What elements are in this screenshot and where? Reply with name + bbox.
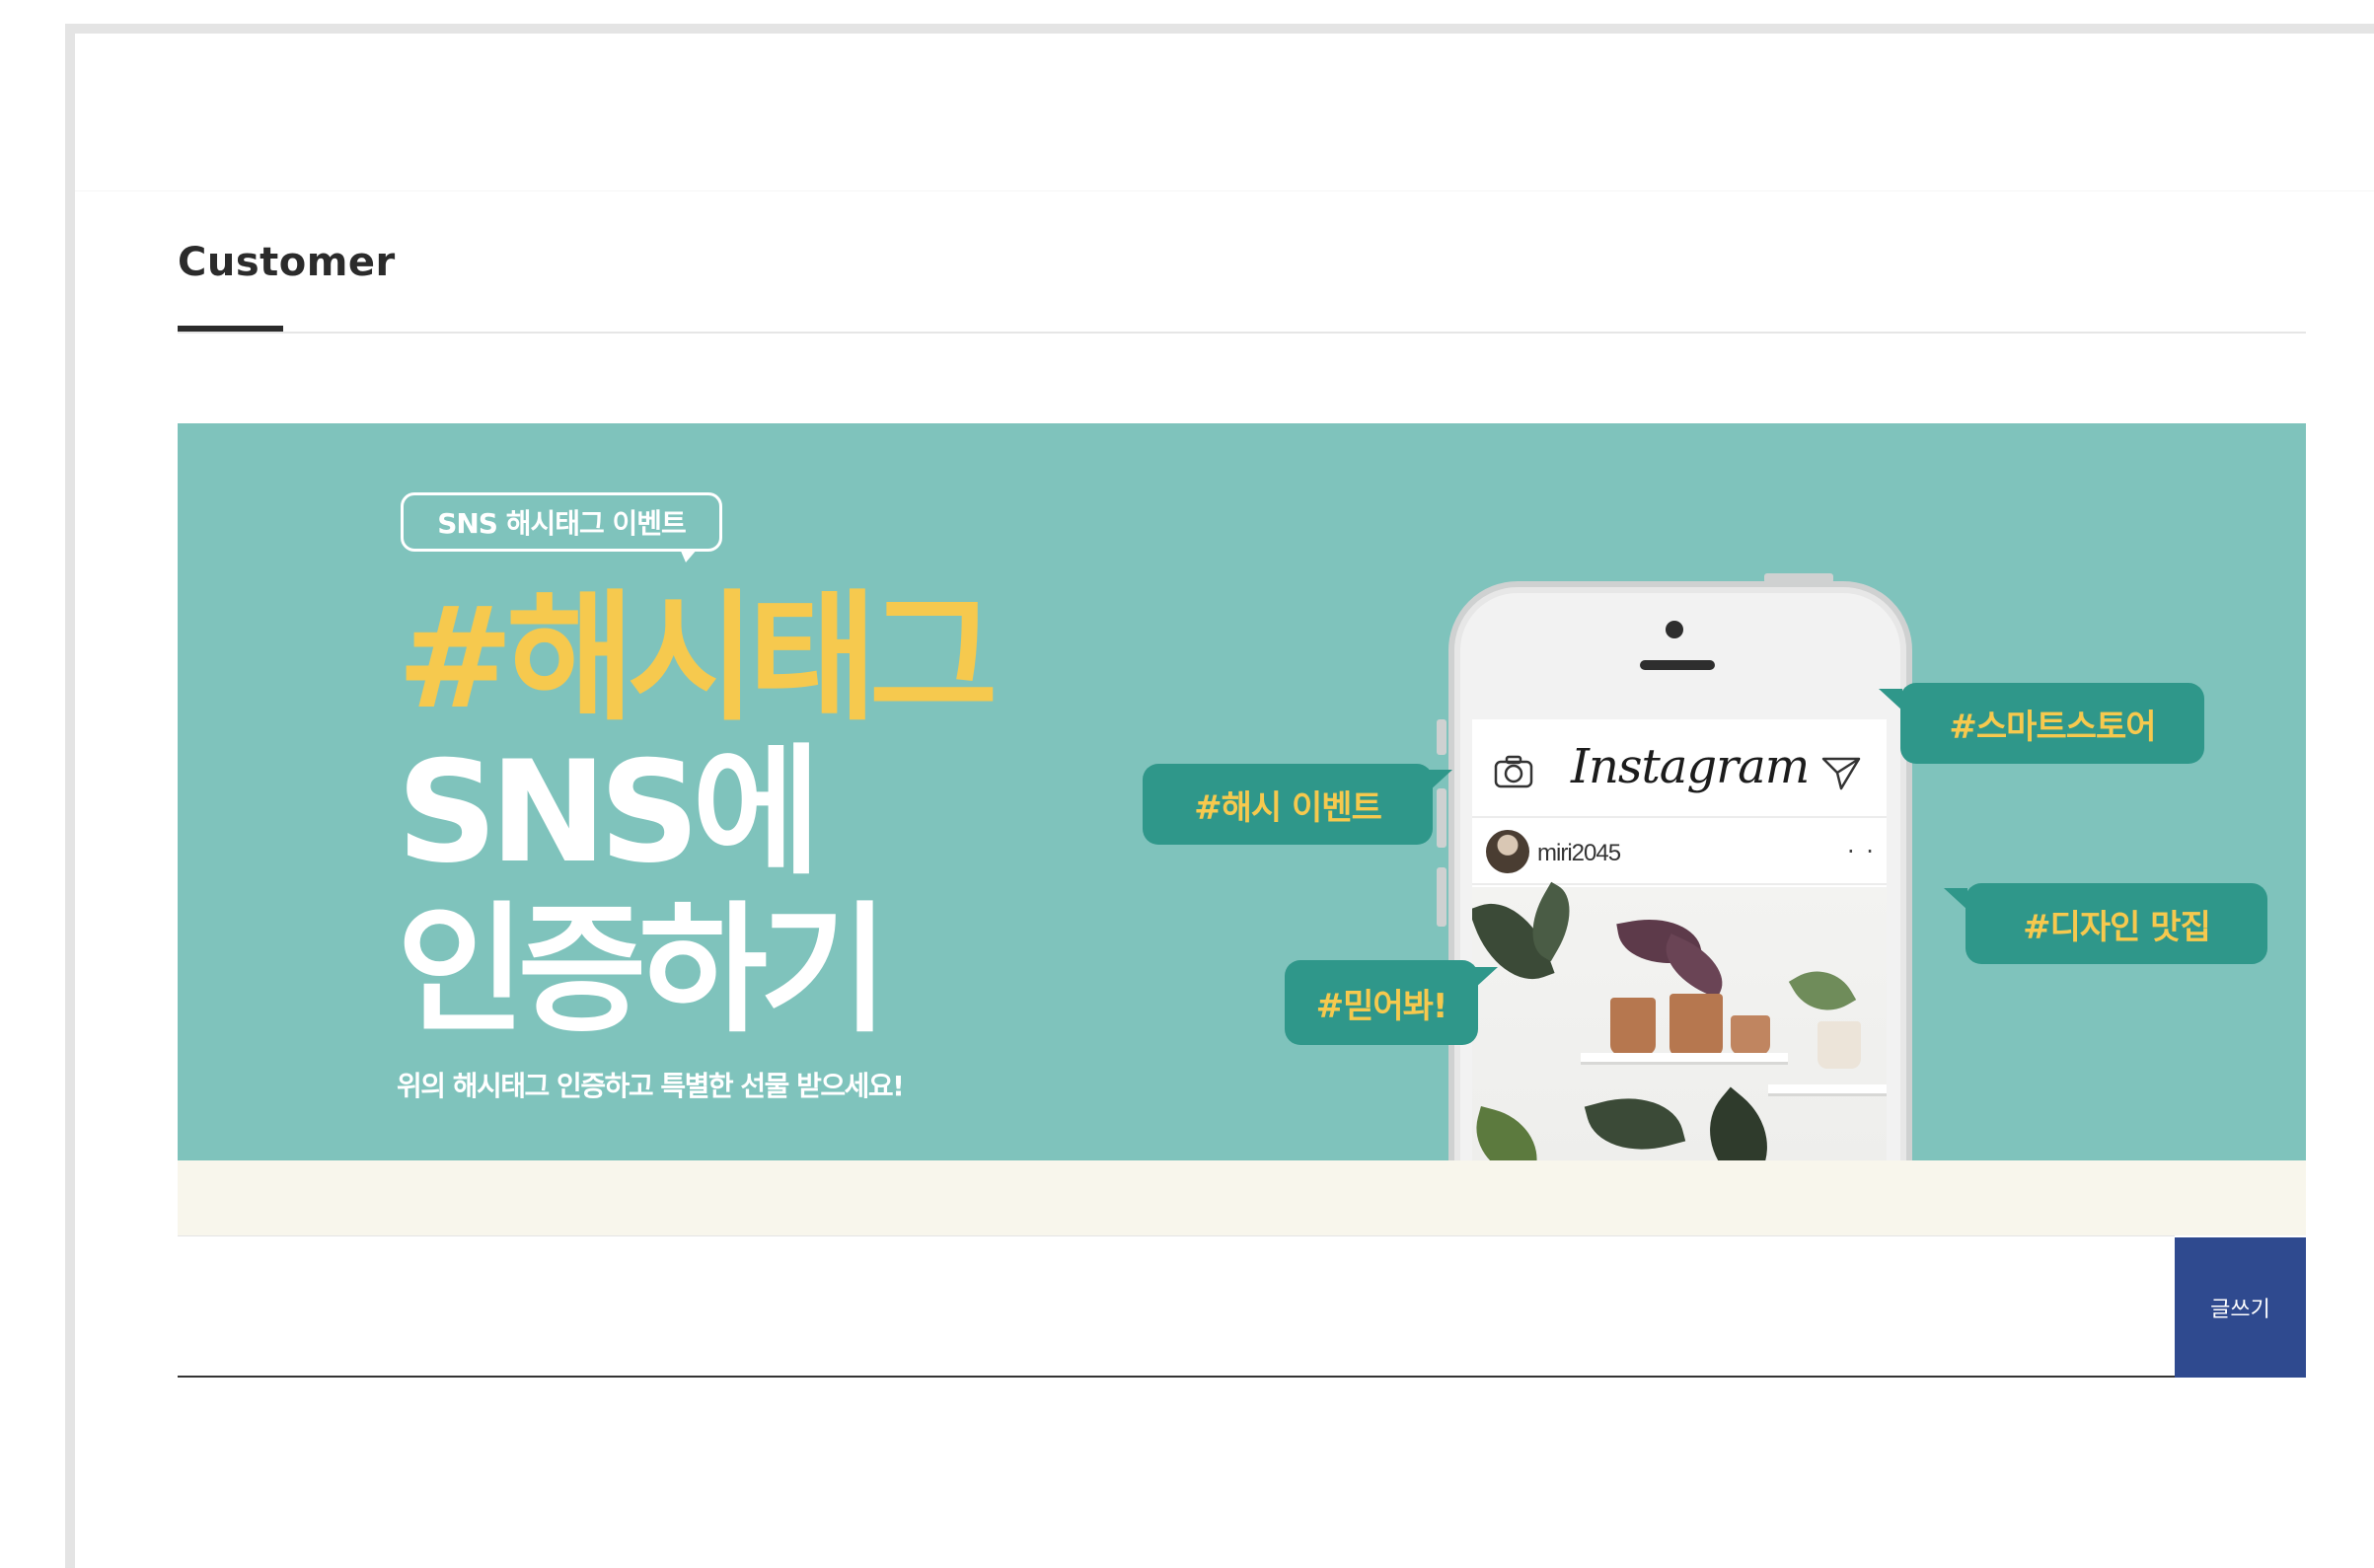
plant-pot [1731, 1015, 1770, 1055]
phone-side-button [1437, 867, 1447, 927]
section-title: Customer [178, 240, 396, 285]
plant-photo [1472, 881, 1887, 1160]
instagram-user-row: miri2045 · · [1472, 820, 1887, 885]
leaf-shape [1472, 1105, 1548, 1160]
avatar [1486, 830, 1529, 873]
instagram-logo: Instagram [1571, 739, 1810, 794]
banner-bottom-strip [178, 1160, 2306, 1235]
title-divider [178, 332, 2306, 334]
banner-headline-hashtag: #해시태그 [397, 577, 999, 740]
post-list-area [178, 1235, 2175, 1378]
instagram-username: miri2045 [1537, 840, 1621, 866]
phone-side-button [1437, 719, 1447, 755]
banner-headline-sns: SNS에 [397, 731, 821, 894]
hashtag-bubble-event: #해시 이벤트 [1143, 764, 1433, 845]
camera-icon [1494, 755, 1533, 788]
wall-shelf [1768, 1084, 1887, 1096]
bubble-tail [1944, 888, 1967, 910]
hashtag-bubble-trust: #믿어봐! [1285, 960, 1478, 1045]
phone-speaker [1640, 660, 1715, 670]
bubble-tail [1879, 689, 1902, 710]
leaf-shape [1788, 956, 1857, 1025]
instagram-screen: Instagram miri2045 · · [1472, 719, 1887, 1160]
hashtag-bubble-design: #디자인 맛집 [1966, 883, 2267, 964]
plant-pot [1610, 998, 1656, 1055]
plant-pot [1669, 994, 1723, 1057]
plant-pot [1818, 1021, 1861, 1069]
write-post-button[interactable]: 글쓰기 [2175, 1237, 2306, 1378]
event-tag: SNS 해시태그 이벤트 [401, 492, 722, 562]
send-icon [1821, 757, 1861, 790]
banner-headline-verify: 인증하기 [397, 889, 889, 1052]
bubble-tail [1429, 770, 1452, 791]
top-header-area [75, 34, 2374, 191]
banner-subline: 위의 해시태그 인증하고 특별한 선물 받으세요! [397, 1070, 905, 1102]
title-underline [178, 326, 283, 332]
leaf-shape [1584, 1083, 1686, 1160]
phone-side-button [1437, 788, 1447, 848]
bubble-tail [1474, 967, 1498, 989]
more-icon: · · [1847, 838, 1876, 865]
instagram-header: Instagram [1472, 719, 1887, 818]
wall-shelf [1581, 1053, 1788, 1065]
hashtag-bubble-smartstore: #스마트스토어 [1900, 683, 2204, 764]
leaf-shape [1685, 1086, 1792, 1160]
phone-camera-dot [1666, 621, 1683, 638]
